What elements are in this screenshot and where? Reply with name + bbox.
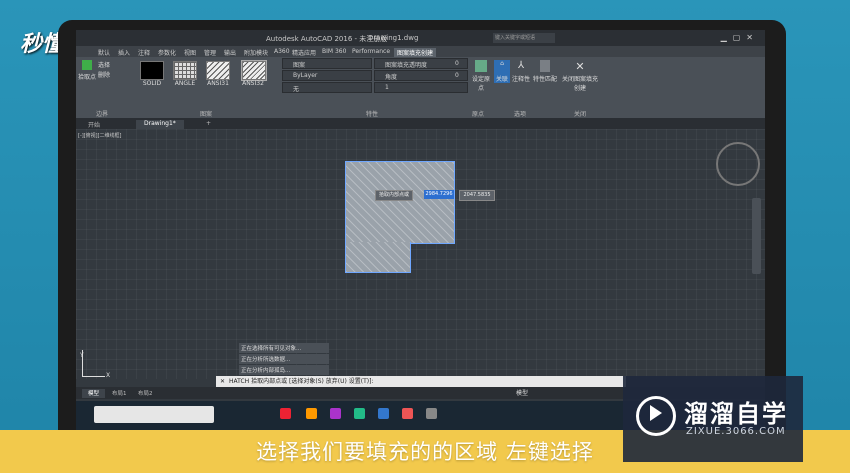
pattern-solid[interactable]	[140, 61, 164, 80]
ucs-icon	[82, 350, 105, 377]
tab-layout1[interactable]: 布局1	[106, 389, 133, 398]
history-line: 正在分析所选数据...	[239, 354, 329, 364]
background-color-select[interactable]: 无	[282, 82, 372, 93]
pattern-ansi31-label: ANSI31	[207, 80, 229, 87]
app-icon[interactable]	[306, 408, 317, 419]
history-line: 正在选择所有可见对象...	[239, 343, 329, 353]
app-icon[interactable]	[378, 408, 389, 419]
tab-a360[interactable]: A360	[274, 48, 290, 55]
plus-icon	[82, 60, 92, 70]
command-prompt: HATCH 拾取内部点或 [选择对象(S) 放弃(U) 设置(T)]:	[229, 378, 374, 385]
associative-icon: ⌂	[500, 60, 504, 67]
document-tabs: 开始 Drawing1* +	[76, 118, 765, 129]
close-hatch-button[interactable]: ✕ 关闭图案填充创建	[560, 60, 600, 92]
title-bar: Autodesk AutoCAD 2016 - 未注册版 Drawing1.dw…	[76, 30, 765, 46]
match-icon	[540, 60, 550, 72]
viewcube[interactable]	[716, 142, 760, 186]
command-history: 正在选择所有可见对象... 正在分析所选数据... 正在分析内部孤岛...	[239, 343, 329, 376]
properties-panel-label: 特性	[366, 111, 379, 118]
annotative-icon: ⅄	[517, 60, 525, 71]
associative-button[interactable]: ⌂ 关联	[494, 60, 510, 83]
close-icon: ✕	[575, 60, 585, 73]
taskbar-search[interactable]	[94, 406, 214, 423]
viewport-label[interactable]: [-][俯视][二维线框]	[78, 132, 122, 139]
ucs-x-label: X	[106, 372, 111, 379]
app-icon[interactable]	[280, 408, 291, 419]
app-icon[interactable]	[402, 408, 413, 419]
tab-drawing1[interactable]: Drawing1*	[136, 120, 184, 129]
annotative-button[interactable]: ⅄ 注释性	[512, 60, 530, 83]
options-panel-label: 选项	[514, 111, 527, 118]
app-icon[interactable]	[354, 408, 365, 419]
pattern-angle[interactable]	[173, 61, 197, 80]
ucs-y-label: Y	[80, 352, 84, 359]
match-properties-button[interactable]: 特性匹配	[532, 60, 558, 83]
watermark-url: ZIXUE.3066.COM	[686, 426, 786, 437]
tab-hatch-creation[interactable]: 图案填充创建	[394, 48, 437, 57]
navigation-bar[interactable]	[752, 198, 761, 274]
coord-x-input[interactable]: 2984.7296	[424, 190, 454, 199]
hatch-region[interactable]	[345, 161, 455, 244]
tab-performance[interactable]: Performance	[352, 48, 390, 55]
tab-insert[interactable]: 插入	[118, 48, 130, 57]
tab-start[interactable]: 开始	[80, 120, 108, 129]
tab-parametric[interactable]: 参数化	[158, 48, 176, 57]
tab-addins[interactable]: 附加模块	[244, 48, 268, 57]
close-icon[interactable]: ✕	[216, 378, 229, 385]
play-triangle-icon	[650, 405, 662, 421]
hatch-type-select[interactable]: 图案	[282, 58, 372, 69]
pattern-ansi32[interactable]	[241, 60, 267, 81]
autocad-window: Autodesk AutoCAD 2016 - 未注册版 Drawing1.dw…	[76, 30, 765, 430]
window-controls[interactable]: ▁▢✕	[721, 33, 759, 42]
watermark-title: 溜溜自学	[684, 400, 788, 428]
document-name: Drawing1.dwg	[368, 34, 419, 42]
select-boundary-button[interactable]: 选择	[98, 60, 110, 69]
hatch-region-lower[interactable]	[345, 242, 411, 273]
transparency-field[interactable]: 图案填充透明度 0	[374, 58, 468, 69]
tab-manage[interactable]: 管理	[204, 48, 216, 57]
scale-field[interactable]: 1	[374, 82, 468, 93]
search-input[interactable]: 键入关键字或短语	[493, 33, 555, 43]
pick-points-button[interactable]: 拾取点	[78, 60, 96, 81]
hatch-color-select[interactable]: ByLayer	[282, 70, 372, 81]
ribbon: 默认 插入 注释 参数化 视图 管理 输出 附加模块 A360 精选应用 BIM…	[76, 46, 765, 119]
status-model[interactable]: 模型	[516, 388, 528, 397]
new-tab-button[interactable]: +	[198, 120, 219, 129]
close-panel-label: 关闭	[574, 111, 587, 118]
command-line[interactable]: ✕ HATCH 拾取内部点或 [选择对象(S) 放弃(U) 设置(T)]:	[216, 376, 626, 387]
tab-home[interactable]: 默认	[98, 48, 110, 57]
tab-model[interactable]: 模型	[82, 389, 106, 398]
origin-icon	[475, 60, 487, 72]
tab-view[interactable]: 视图	[184, 48, 196, 57]
origin-panel-label: 原点	[472, 111, 485, 118]
coord-y-input[interactable]: 2047.5835	[459, 190, 495, 201]
tab-featured[interactable]: 精选应用	[292, 48, 316, 57]
tab-bim360[interactable]: BIM 360	[322, 48, 346, 55]
pick-point-tooltip: 拾取内部点或	[375, 190, 414, 201]
pattern-ansi31[interactable]	[206, 61, 230, 80]
remove-boundary-button[interactable]: 删除	[98, 70, 110, 79]
ribbon-tabs: 默认 插入 注释 参数化 视图 管理 输出 附加模块 A360 精选应用 BIM…	[76, 46, 765, 57]
pattern-solid-label: SOLID	[142, 80, 162, 87]
tab-annotate[interactable]: 注释	[138, 48, 150, 57]
app-icon[interactable]	[330, 408, 341, 419]
boundary-panel-label: 边界	[96, 111, 109, 118]
tab-output[interactable]: 输出	[224, 48, 236, 57]
angle-field[interactable]: 角度 0	[374, 70, 468, 81]
app-icon[interactable]	[426, 408, 437, 419]
pattern-angle-label: ANGLE	[174, 80, 196, 87]
tab-layout2[interactable]: 布局2	[132, 389, 159, 398]
history-line: 正在分析内部孤岛...	[239, 365, 329, 375]
set-origin-button[interactable]: 设定原点	[470, 60, 492, 92]
pattern-panel-label: 图案	[200, 111, 213, 118]
pattern-ansi32-label: ANSI32	[242, 80, 264, 87]
